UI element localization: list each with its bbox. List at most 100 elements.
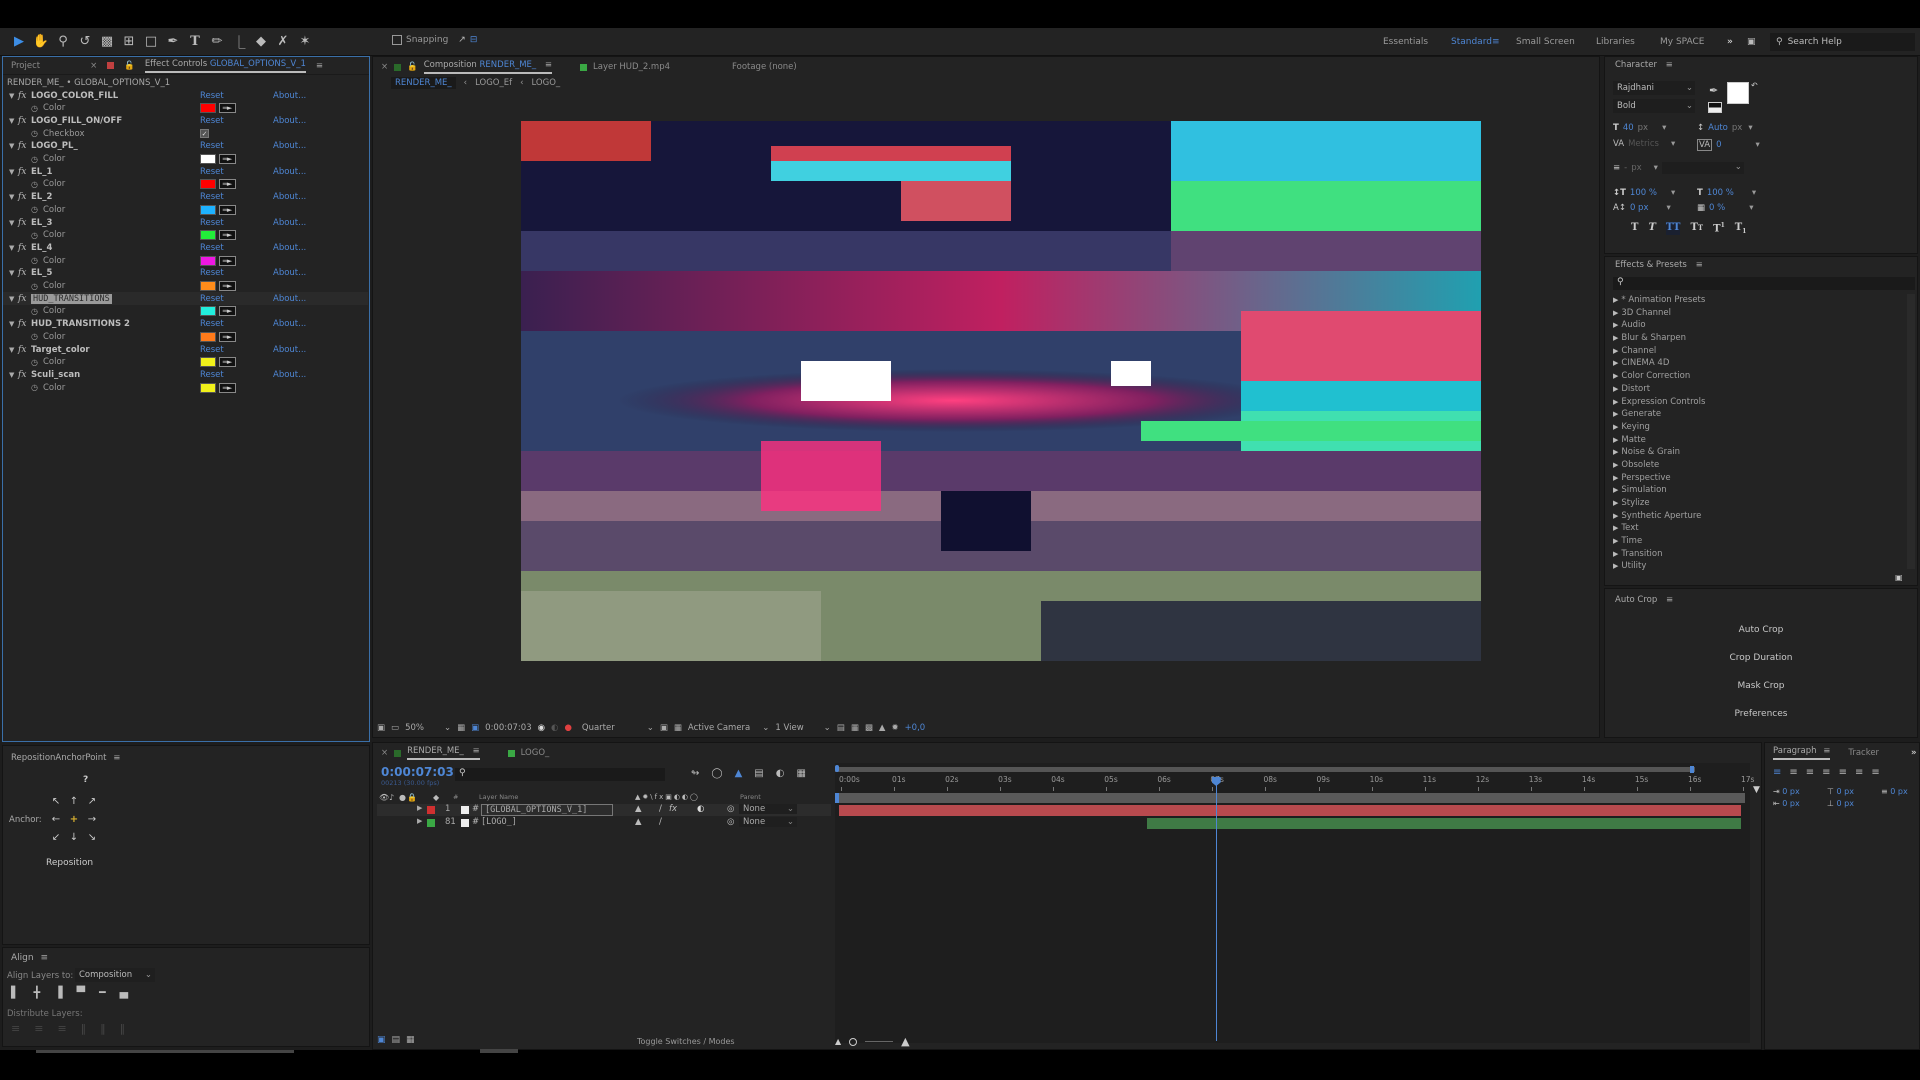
- expand-triangle-icon[interactable]: ▶: [1613, 398, 1618, 406]
- layer-row[interactable]: ▶ 1 # [GLOBAL_OPTIONS_V_1] ▲ / fx ◐ ◎ None ⌄: [377, 804, 831, 816]
- panel-menu-icon[interactable]: ≡: [113, 753, 120, 763]
- close-tab-icon[interactable]: ×: [381, 748, 388, 758]
- small-caps-button[interactable]: TT: [1690, 222, 1703, 235]
- reset-link[interactable]: Reset: [200, 192, 224, 202]
- close-tab-icon[interactable]: ×: [381, 62, 388, 72]
- effects-category[interactable]: ▶ Utility: [1605, 560, 1905, 573]
- fx-icon[interactable]: fx: [18, 243, 26, 253]
- first-line-indent-value[interactable]: ≡ 0 px: [1881, 787, 1920, 796]
- effect-name[interactable]: HUD_TRANSITIONS: [31, 293, 112, 304]
- stroke-type-dropdown[interactable]: ⌄: [1661, 162, 1744, 174]
- about-link[interactable]: About...: [273, 243, 306, 253]
- fast-preview-icon[interactable]: ▣: [660, 723, 668, 733]
- align-left-icon[interactable]: ▌: [11, 986, 19, 999]
- tab-effect-controls[interactable]: Effect Controls GLOBAL_OPTIONS_V_1: [144, 59, 306, 73]
- help-button[interactable]: ?: [83, 775, 88, 785]
- roto-brush-tool-icon[interactable]: ✗: [272, 31, 294, 53]
- comp-marker-bin-icon[interactable]: ▼: [1753, 785, 1760, 795]
- expand-triangle-icon[interactable]: ▼: [9, 269, 14, 277]
- color-swatch[interactable]: [200, 230, 216, 241]
- about-link[interactable]: About...: [273, 268, 306, 278]
- snap-grid-icon[interactable]: ⊟: [470, 35, 478, 45]
- leading-value[interactable]: Auto: [1708, 123, 1728, 133]
- current-timecode[interactable]: 0:00:07:03: [381, 765, 454, 779]
- adjustment-layer-icon[interactable]: ◐: [697, 804, 704, 814]
- frame-blending-icon[interactable]: ▤: [754, 768, 763, 779]
- eyedropper-icon[interactable]: ═►: [219, 382, 236, 393]
- expand-triangle-icon[interactable]: ▶: [1613, 309, 1618, 317]
- expand-triangle-icon[interactable]: ▶: [1613, 474, 1618, 482]
- faux-bold-button[interactable]: T: [1631, 222, 1638, 235]
- align-bottom-icon[interactable]: ▄: [120, 986, 128, 999]
- tab-layer[interactable]: Layer HUD_2.mp4: [593, 62, 670, 72]
- brush-tool-icon[interactable]: ✏: [206, 31, 228, 53]
- panel-menu-icon[interactable]: ≡: [1666, 595, 1673, 605]
- color-swatch[interactable]: [200, 281, 216, 291]
- hand-tool-icon[interactable]: ✋: [30, 31, 52, 53]
- timeline-area[interactable]: 0:00s01s02s03s04s05s06s07s08s09s10s11s12…: [835, 763, 1754, 1043]
- timeline-icon[interactable]: ▩: [865, 723, 873, 733]
- expand-triangle-icon[interactable]: ▶: [1613, 385, 1618, 393]
- reset-link[interactable]: Reset: [200, 167, 224, 177]
- tab-logo[interactable]: LOGO_: [521, 748, 550, 758]
- tab-tracker[interactable]: Tracker: [1848, 748, 1879, 758]
- chevron-down-icon[interactable]: ▾: [1662, 123, 1666, 133]
- zoom-out-icon[interactable]: ▲: [835, 1037, 841, 1046]
- panel-menu-icon[interactable]: ≡: [1666, 60, 1673, 70]
- transparency-grid-icon[interactable]: ▣: [471, 723, 479, 733]
- chevron-down-icon[interactable]: ▾: [1671, 139, 1675, 149]
- expand-triangle-icon[interactable]: ▼: [9, 92, 14, 100]
- monitor-icon[interactable]: ▭: [391, 723, 399, 733]
- about-link[interactable]: About...: [273, 141, 306, 151]
- navigator-start-handle[interactable]: [835, 765, 839, 772]
- quality-switch-icon[interactable]: /: [659, 804, 662, 814]
- clone-stamp-tool-icon[interactable]: ⎿: [228, 31, 250, 53]
- expand-triangle-icon[interactable]: ▶: [1613, 524, 1618, 532]
- snapshot-icon[interactable]: ◉: [538, 723, 545, 733]
- effect-name[interactable]: EL_3: [31, 218, 52, 228]
- navigator-end-handle[interactable]: [1690, 766, 1694, 773]
- expand-triangle-icon[interactable]: ▶: [1613, 321, 1618, 329]
- chevron-down-icon[interactable]: ▾: [1671, 188, 1675, 198]
- viewer-timecode[interactable]: 0:00:07:03: [485, 723, 531, 733]
- effects-category[interactable]: ▶ Synthetic Aperture: [1605, 510, 1905, 523]
- effects-category[interactable]: ▶ Audio: [1605, 319, 1905, 332]
- workspace-essentials[interactable]: Essentials: [1383, 28, 1428, 56]
- expand-triangle-icon[interactable]: ▼: [9, 320, 14, 328]
- effect-name[interactable]: EL_4: [31, 243, 52, 253]
- about-link[interactable]: About...: [273, 116, 306, 126]
- pick-whip-icon[interactable]: ◎: [727, 817, 734, 827]
- baseline-shift-value[interactable]: 0 px: [1630, 203, 1649, 213]
- snapping-checkbox[interactable]: [392, 35, 402, 45]
- effects-category[interactable]: ▶ Keying: [1605, 421, 1905, 434]
- tab-footage[interactable]: Footage (none): [732, 62, 797, 72]
- expand-triangle-icon[interactable]: ▼: [9, 142, 14, 150]
- shy-switch-icon[interactable]: ▲: [635, 817, 642, 827]
- expand-triangle-icon[interactable]: ▶: [1613, 359, 1618, 367]
- effect-name[interactable]: LOGO_PL_: [31, 141, 78, 151]
- fx-icon[interactable]: fx: [18, 345, 26, 355]
- panel-menu-icon[interactable]: ≡: [316, 61, 323, 71]
- effects-category[interactable]: ▶ Expression Controls: [1605, 396, 1905, 409]
- zoom-tool-icon[interactable]: ⚲: [52, 31, 74, 53]
- chevron-down-icon[interactable]: ▾: [1749, 203, 1753, 213]
- timeline-zoom-slider-handle[interactable]: [849, 1037, 858, 1046]
- tsume-value[interactable]: 0 %: [1709, 203, 1725, 213]
- expand-triangle-icon[interactable]: ▼: [9, 244, 14, 252]
- stopwatch-icon[interactable]: ◷: [31, 104, 38, 113]
- font-size-value[interactable]: 40: [1623, 123, 1634, 133]
- stopwatch-icon[interactable]: ◷: [31, 205, 38, 214]
- expand-triangle-icon[interactable]: ▶: [1613, 448, 1618, 456]
- align-left-text-icon[interactable]: ≡: [1773, 767, 1781, 778]
- show-snapshot-icon[interactable]: ◐: [551, 723, 558, 733]
- search-help-field[interactable]: ⚲ Search Help: [1770, 33, 1915, 51]
- expand-triangle-icon[interactable]: ▶: [1613, 486, 1618, 494]
- effects-category[interactable]: ▶ Obsolete: [1605, 459, 1905, 472]
- playhead[interactable]: [1211, 777, 1221, 1041]
- stopwatch-icon[interactable]: ◷: [31, 231, 38, 240]
- subscript-button[interactable]: T1: [1735, 222, 1747, 235]
- more-workspaces-icon[interactable]: »: [1727, 28, 1733, 56]
- font-style-dropdown[interactable]: Bold ⌄: [1613, 99, 1695, 113]
- workspace-small-screen[interactable]: Small Screen: [1516, 28, 1575, 56]
- workspace-menu-icon[interactable]: ≡: [1492, 28, 1500, 56]
